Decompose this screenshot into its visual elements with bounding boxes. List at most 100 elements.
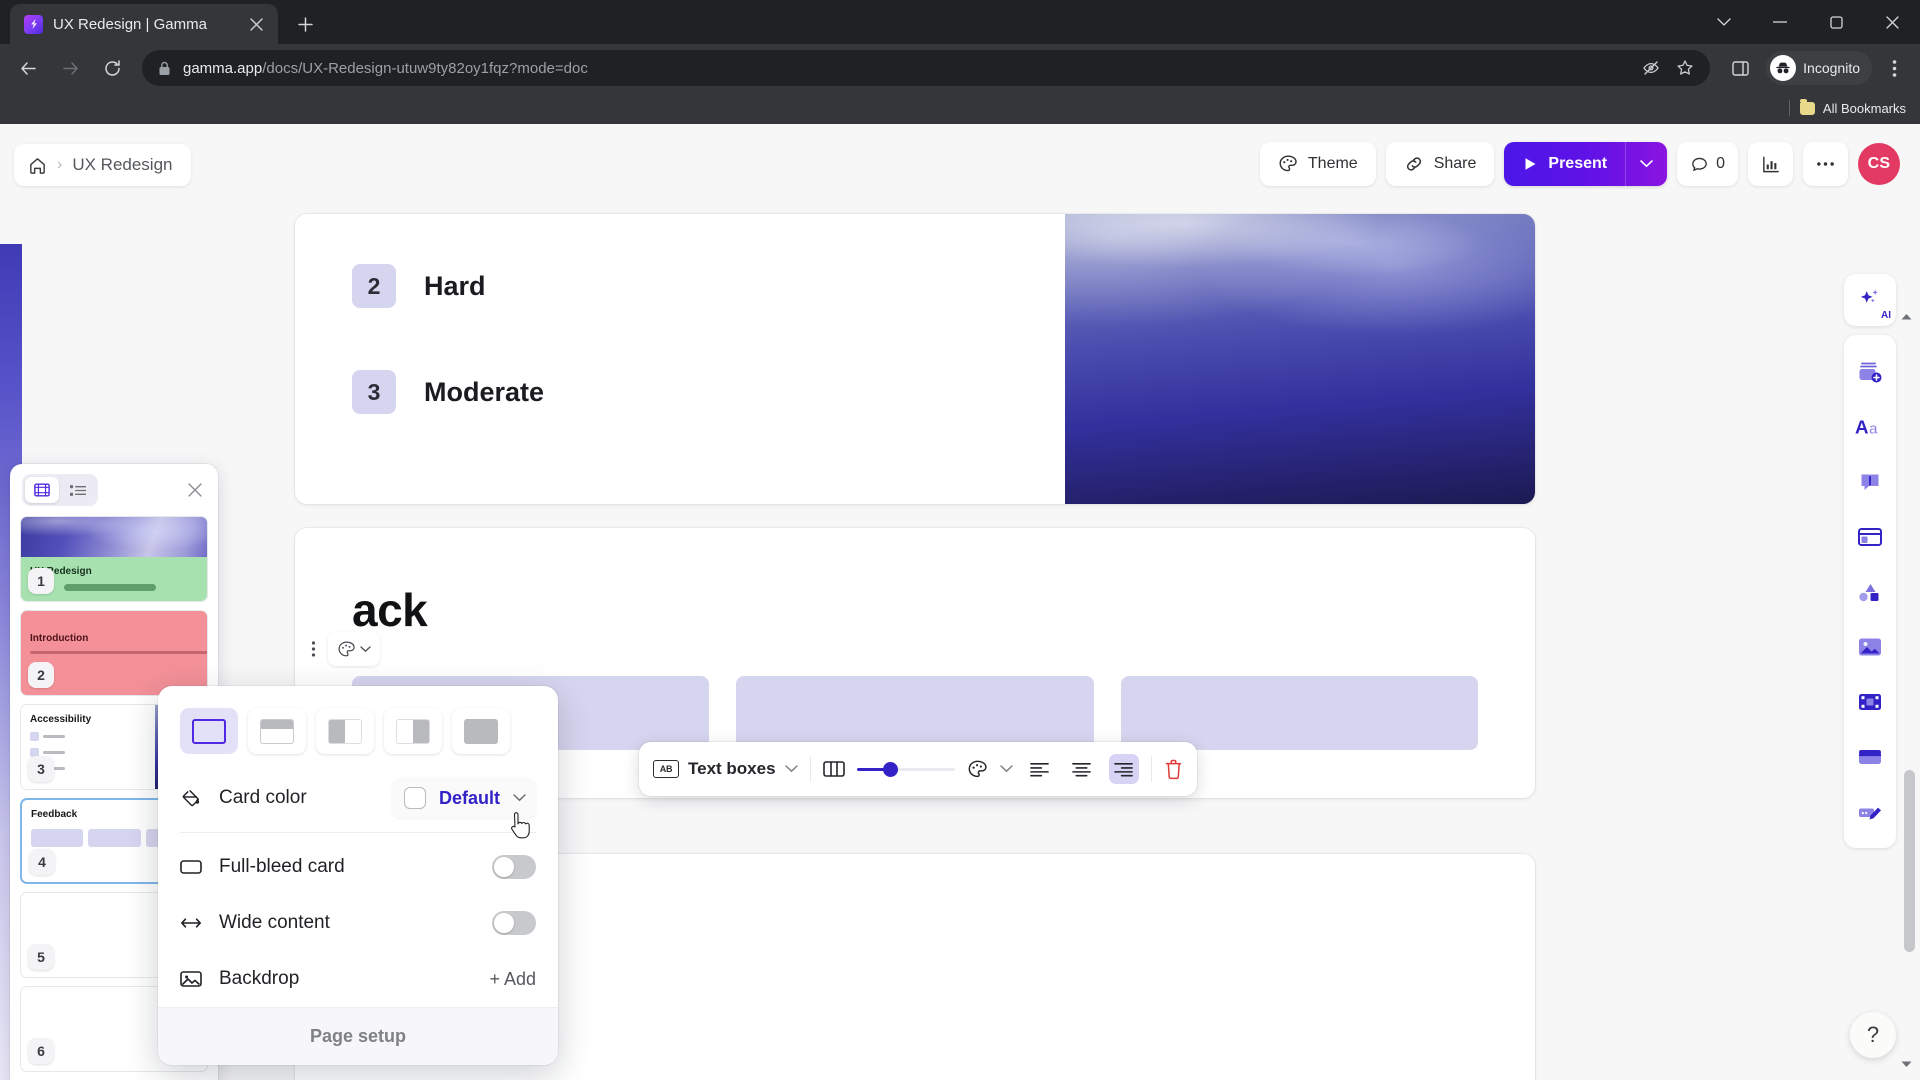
chevron-down-icon[interactable] xyxy=(1696,0,1752,44)
accessibility-row-number: 2 xyxy=(352,264,396,308)
gamma-app: › UX Redesign 2 Hard 3 Moderate ack Them… xyxy=(0,124,1920,1080)
list-item[interactable]: Introduction 2 xyxy=(20,610,208,696)
breadcrumb[interactable]: › UX Redesign xyxy=(14,144,191,186)
share-button[interactable]: Share xyxy=(1385,142,1495,186)
shapes-icon[interactable] xyxy=(1848,565,1892,618)
close-icon[interactable] xyxy=(184,479,206,501)
thumbnail-image xyxy=(21,517,207,557)
feedback-box[interactable] xyxy=(736,676,1094,750)
card-outline-icon xyxy=(180,859,202,875)
theme-button[interactable]: Theme xyxy=(1259,142,1376,186)
reload-icon[interactable] xyxy=(92,48,132,88)
accessibility-row[interactable]: 2 Hard xyxy=(352,264,1065,308)
profile-label: Incognito xyxy=(1803,60,1860,76)
app-top-action-bar: Theme Share Present 0 CS xyxy=(1259,142,1900,186)
address-bar[interactable]: gamma.app/docs/UX-Redesign-utuw9ty82oy1f… xyxy=(142,50,1711,86)
bookmarks-divider xyxy=(1788,100,1790,116)
image-icon[interactable] xyxy=(1848,620,1892,673)
browser-tab[interactable]: UX Redesign | Gamma xyxy=(10,4,278,44)
bookmark-star-icon[interactable] xyxy=(1670,53,1700,83)
more-options-button[interactable] xyxy=(1803,142,1848,186)
eye-slash-icon[interactable] xyxy=(1636,53,1666,83)
help-button[interactable]: ? xyxy=(1850,1012,1896,1058)
scrollbar-thumb[interactable] xyxy=(1904,770,1915,952)
wide-content-row: Wide content xyxy=(158,895,558,951)
add-card-icon[interactable] xyxy=(1848,345,1892,398)
close-tab-icon[interactable] xyxy=(244,12,268,36)
comments-button[interactable]: 0 xyxy=(1677,142,1738,186)
lock-icon xyxy=(158,61,171,76)
align-right-icon[interactable] xyxy=(1108,754,1139,784)
layout-full-image-option[interactable] xyxy=(452,708,510,754)
wide-content-toggle[interactable] xyxy=(492,911,536,935)
close-icon[interactable] xyxy=(1864,0,1920,44)
back-arrow-icon[interactable] xyxy=(8,48,48,88)
list-item[interactable]: UX Redesign 1 xyxy=(20,516,208,602)
full-bleed-toggle[interactable] xyxy=(492,855,536,879)
palette-chevron-down-icon[interactable] xyxy=(999,765,1013,773)
layout-icon[interactable] xyxy=(1848,510,1892,563)
present-button[interactable]: Present xyxy=(1504,142,1625,186)
browser-toolbar: gamma.app/docs/UX-Redesign-utuw9ty82oy1f… xyxy=(0,44,1920,92)
new-tab-icon[interactable] xyxy=(288,7,322,41)
minimize-icon[interactable] xyxy=(1752,0,1808,44)
chevron-down-icon[interactable] xyxy=(784,765,798,773)
palette-icon xyxy=(1279,155,1297,172)
profile-incognito-button[interactable]: Incognito xyxy=(1766,51,1872,85)
columns-icon[interactable] xyxy=(822,760,845,778)
drawing-icon[interactable] xyxy=(1848,785,1892,838)
page-setup-button[interactable]: Page setup xyxy=(158,1007,558,1065)
play-icon xyxy=(1525,158,1536,170)
analytics-button[interactable] xyxy=(1748,142,1793,186)
align-left-icon[interactable] xyxy=(1025,754,1055,784)
wide-content-label-group: Wide content xyxy=(180,912,330,934)
ai-sparkle-icon[interactable]: AI xyxy=(1844,274,1896,326)
thumbnail-number: 5 xyxy=(28,944,54,970)
restore-icon[interactable] xyxy=(1808,0,1864,44)
present-dropdown-chevron-down-icon[interactable] xyxy=(1625,142,1667,186)
list-view-icon[interactable] xyxy=(61,477,95,503)
grid-view-icon[interactable] xyxy=(25,477,59,503)
forward-arrow-icon xyxy=(50,48,90,88)
card-accessibility[interactable]: 2 Hard 3 Moderate xyxy=(295,214,1535,504)
url-domain: gamma.app xyxy=(183,59,263,77)
trash-icon[interactable] xyxy=(1164,759,1183,780)
svg-text:a: a xyxy=(1869,420,1878,437)
column-width-slider[interactable] xyxy=(856,759,955,779)
folder-icon xyxy=(1799,98,1815,115)
layout-default-option[interactable] xyxy=(180,708,238,754)
layout-top-image-option[interactable] xyxy=(248,708,306,754)
all-bookmarks-button[interactable]: All Bookmarks xyxy=(1799,98,1906,116)
feedback-box[interactable] xyxy=(1120,676,1478,750)
scrollbar[interactable] xyxy=(1904,320,1916,1062)
card-color-swatch xyxy=(403,787,426,809)
kebab-menu-icon[interactable] xyxy=(1876,50,1912,86)
text-aa-icon[interactable]: Aa xyxy=(1848,400,1892,453)
text-type-label: Text boxes xyxy=(688,759,776,778)
embed-icon[interactable] xyxy=(1848,730,1892,783)
slider-knob[interactable] xyxy=(882,761,898,777)
video-icon[interactable] xyxy=(1848,675,1892,728)
side-panel-icon[interactable] xyxy=(1720,48,1760,88)
layout-left-image-option[interactable] xyxy=(316,708,374,754)
thumbnail-number: 2 xyxy=(28,662,54,688)
text-type-selector[interactable]: AB Text boxes xyxy=(653,759,798,779)
card-palette-button[interactable] xyxy=(328,632,380,666)
accessibility-row[interactable]: 3 Moderate xyxy=(352,370,1065,414)
gamma-logo-icon xyxy=(24,14,43,34)
scroll-up-arrow-icon[interactable] xyxy=(1900,308,1913,326)
align-center-icon[interactable] xyxy=(1067,754,1097,784)
scroll-down-arrow-icon[interactable] xyxy=(1900,1056,1913,1074)
home-icon[interactable] xyxy=(28,156,47,175)
palette-icon[interactable] xyxy=(967,759,988,780)
chevron-down-icon[interactable] xyxy=(513,794,526,802)
thumbnail-title: UX Redesign xyxy=(30,566,92,577)
paint-bucket-icon xyxy=(180,788,202,809)
callout-icon[interactable] xyxy=(1848,455,1892,508)
backdrop-add-button[interactable]: + Add xyxy=(489,969,536,990)
avatar[interactable]: CS xyxy=(1858,143,1900,185)
layout-right-image-option[interactable] xyxy=(384,708,442,754)
browser-tab-strip: UX Redesign | Gamma xyxy=(0,0,1920,44)
card-hover-tools xyxy=(300,632,380,666)
drag-handle-icon[interactable] xyxy=(300,632,326,666)
